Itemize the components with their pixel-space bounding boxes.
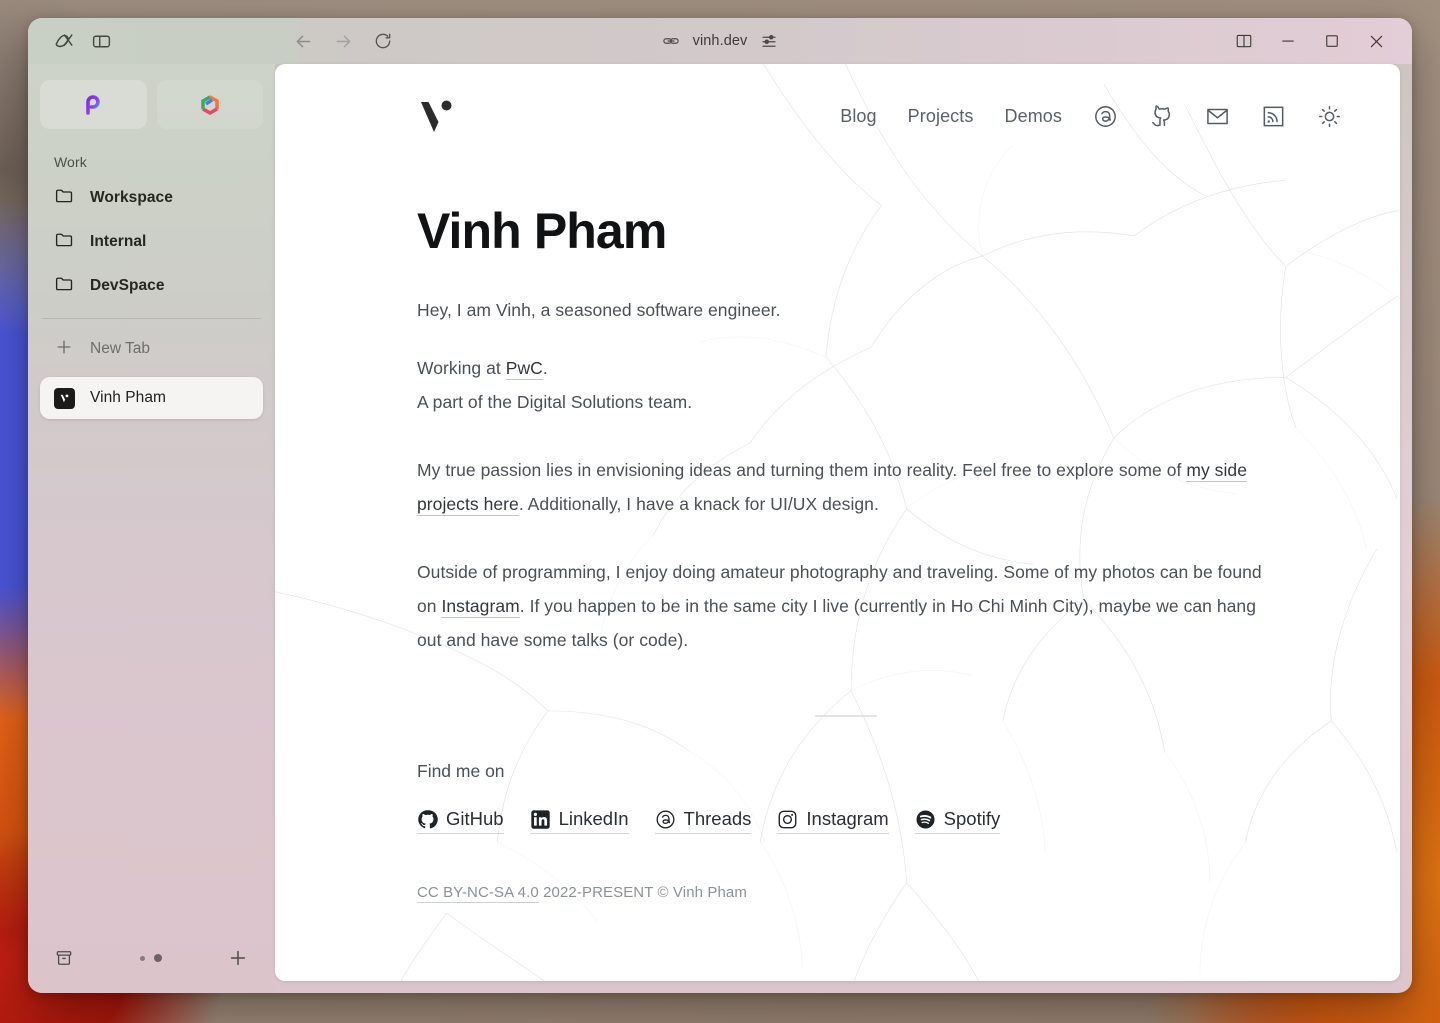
linkedin-icon	[530, 809, 551, 830]
working-suffix: .	[542, 358, 548, 378]
sidebar-item-devspace[interactable]: DevSpace	[40, 264, 263, 308]
copilot-hex-app-icon	[201, 94, 219, 115]
folder-icon	[54, 185, 75, 211]
vinh-logo-icon[interactable]	[414, 92, 462, 140]
sidebar-divider	[42, 318, 261, 319]
social-label: Instagram	[806, 808, 889, 829]
url-text[interactable]: vinh.dev	[693, 33, 748, 49]
sidebar: Work Workspace Internal DevSpace New Tab…	[28, 64, 275, 993]
sidebar-item-workspace[interactable]: Workspace	[40, 176, 263, 220]
social-link-threads[interactable]: Threads	[654, 808, 752, 834]
sidebar-item-label: DevSpace	[90, 277, 165, 294]
titlebar-left-controls	[28, 18, 275, 64]
new-tab-label: New Tab	[90, 340, 151, 357]
folder-icon	[54, 273, 75, 299]
footer-rest: 2022-PRESENT © Vinh Pham	[538, 884, 747, 901]
paragraph-outside: Outside of programming, I enjoy doing am…	[417, 555, 1275, 657]
copilot-app-icon	[86, 94, 101, 115]
threads-icon[interactable]	[1093, 104, 1118, 129]
sidebar-tab-vinh-pham[interactable]: Vinh Pham	[40, 377, 263, 419]
sidebar-item-label: Workspace	[90, 189, 173, 206]
passion-prefix: My true passion lies in envisioning idea…	[417, 460, 1187, 480]
web-content-area: Blog Projects Demos Vinh Pham Hey, I am …	[275, 64, 1400, 981]
sidebar-tab-label: Vinh Pham	[90, 389, 166, 406]
social-label: Threads	[683, 808, 752, 829]
social-label: GitHub	[446, 808, 504, 829]
page-title: Vinh Pham	[417, 203, 667, 259]
window-controls	[1235, 32, 1412, 51]
maximize-icon[interactable]	[1323, 32, 1341, 50]
spotify-icon	[915, 809, 936, 830]
social-links-row: GitHub LinkedIn Threads Instagram Spotif…	[417, 808, 1275, 834]
new-tab-button[interactable]: New Tab	[40, 327, 263, 371]
space-switcher	[40, 64, 263, 129]
nav-link-demos[interactable]: Demos	[1004, 106, 1062, 127]
arc-logo-icon[interactable]	[53, 30, 75, 52]
social-link-linkedin[interactable]: LinkedIn	[529, 808, 629, 834]
sidebar-page-dots[interactable]	[139, 954, 162, 962]
close-icon[interactable]	[1367, 32, 1386, 51]
theme-toggle-sun-icon[interactable]	[1317, 104, 1342, 129]
link-license[interactable]: CC BY-NC-SA 4.0	[417, 884, 539, 903]
social-label: LinkedIn	[558, 808, 629, 829]
sliders-icon[interactable]	[760, 32, 778, 50]
archive-icon[interactable]	[54, 948, 74, 968]
github-icon	[417, 809, 438, 830]
outside-suffix: . If you happen to be in the same city I…	[417, 596, 1257, 650]
add-space-button[interactable]	[227, 947, 249, 969]
sidebar-folder-list: Workspace Internal DevSpace	[40, 176, 263, 308]
page-root: Blog Projects Demos Vinh Pham Hey, I am …	[275, 64, 1400, 981]
paragraph-intro: Hey, I am Vinh, a seasoned software engi…	[417, 300, 781, 320]
nav-link-blog[interactable]: Blog	[840, 106, 876, 127]
forward-arrow-icon[interactable]	[333, 31, 354, 52]
github-icon[interactable]	[1149, 104, 1174, 129]
browser-window: vinh.dev Work Workspace Internal DevSpac…	[28, 18, 1412, 993]
sidebar-item-label: Internal	[90, 233, 147, 250]
vinh-favicon	[54, 387, 75, 409]
window-body: Work Workspace Internal DevSpace New Tab…	[28, 64, 1412, 993]
social-link-instagram[interactable]: Instagram	[777, 808, 889, 834]
folder-icon	[54, 229, 75, 255]
browser-titlebar: vinh.dev	[28, 18, 1412, 64]
minimize-icon[interactable]	[1279, 32, 1297, 50]
sidebar-toggle-icon[interactable]	[91, 31, 112, 52]
passion-suffix: . Additionally, I have a knack for UI/UX…	[518, 494, 879, 514]
sidebar-bottom-bar	[40, 931, 263, 993]
instagram-icon	[777, 809, 798, 830]
back-arrow-icon[interactable]	[293, 31, 314, 52]
paragraph-team: A part of the Digital Solutions team.	[417, 392, 693, 412]
site-navigation: Blog Projects Demos	[840, 104, 1342, 129]
paragraph-working: Working at PwC.	[417, 351, 1275, 385]
footer: CC BY-NC-SA 4.0 2022-PRESENT © Vinh Pham	[417, 884, 1275, 903]
sidebar-section-title: Work	[54, 154, 87, 170]
plus-icon	[54, 337, 74, 362]
desktop-wallpaper: vinh.dev Work Workspace Internal DevSpac…	[0, 0, 1440, 1023]
social-label: Spotify	[943, 808, 1001, 829]
titlebar-navigation	[275, 31, 393, 52]
mail-icon[interactable]	[1205, 104, 1230, 129]
find-me-on-label: Find me on	[417, 761, 505, 781]
section-divider	[815, 715, 877, 717]
threads-icon	[655, 809, 676, 830]
nav-link-projects[interactable]: Projects	[908, 106, 974, 127]
link-pwc[interactable]: PwC	[505, 358, 543, 380]
link-icon[interactable]	[662, 32, 680, 50]
rss-icon[interactable]	[1261, 104, 1286, 129]
reload-icon[interactable]	[373, 31, 393, 51]
paragraph-passion: My true passion lies in envisioning idea…	[417, 453, 1275, 521]
page-dot-1[interactable]	[139, 955, 145, 961]
space-tab-2[interactable]	[156, 80, 263, 129]
page-dot-2[interactable]	[153, 954, 162, 962]
social-link-spotify[interactable]: Spotify	[914, 808, 1001, 834]
sidebar-item-internal[interactable]: Internal	[40, 220, 263, 264]
article: Vinh Pham Hey, I am Vinh, a seasoned sof…	[417, 168, 1275, 903]
site-header: Blog Projects Demos	[417, 64, 1360, 168]
working-prefix: Working at	[417, 358, 506, 378]
social-link-github[interactable]: GitHub	[417, 808, 504, 834]
split-view-icon[interactable]	[1235, 32, 1253, 50]
link-instagram-inline[interactable]: Instagram	[441, 596, 520, 618]
space-tab-1[interactable]	[40, 80, 147, 129]
